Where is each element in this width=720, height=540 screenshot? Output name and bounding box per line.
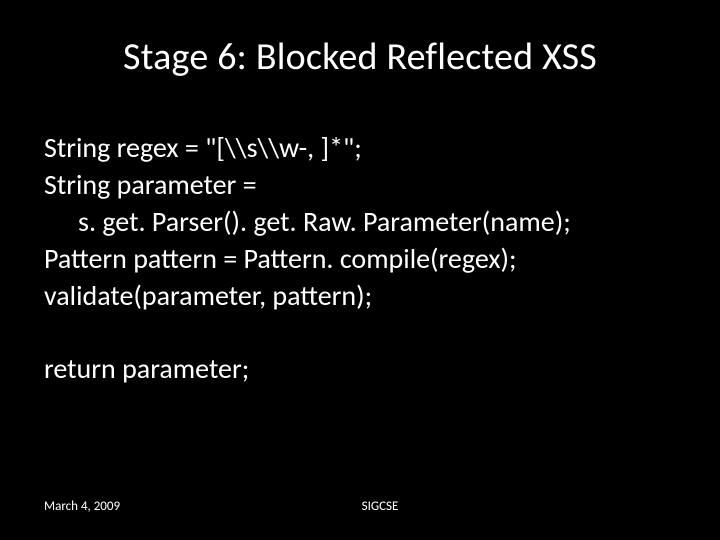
blank-line [44, 315, 676, 351]
code-line: return parameter; [44, 351, 676, 388]
code-line: s. get. Parser(). get. Raw. Parameter(na… [44, 204, 676, 241]
code-line: Pattern pattern = Pattern. compile(regex… [44, 241, 676, 278]
slide-title: Stage 6: Blocked Reflected XSS [0, 34, 720, 80]
code-line: String parameter = [44, 167, 676, 204]
slide: Stage 6: Blocked Reflected XSS String re… [0, 0, 720, 540]
code-line: String regex = "[\\s\\w-, ]*"; [44, 130, 676, 167]
footer-event: SIGCSE [84, 499, 676, 514]
code-line: validate(parameter, pattern); [44, 278, 676, 315]
code-block: String regex = "[\\s\\w-, ]*"; String pa… [44, 130, 676, 388]
